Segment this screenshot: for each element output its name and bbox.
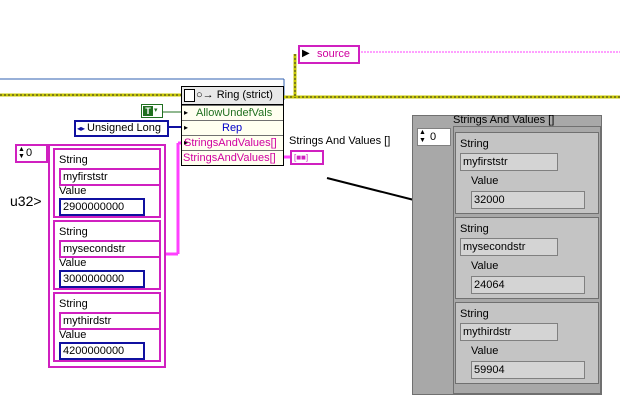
string-field[interactable]: myfirststr bbox=[59, 168, 161, 186]
string-label: String bbox=[460, 308, 489, 320]
value-field[interactable]: 59904 bbox=[471, 361, 585, 379]
string-label: String bbox=[59, 298, 88, 310]
cluster-array-icon: [■■] bbox=[294, 153, 309, 162]
property-allowundefvals[interactable]: ▸ AllowUndefVals bbox=[182, 105, 283, 120]
true-constant[interactable]: T ▾ bbox=[141, 104, 163, 118]
pointer-line bbox=[326, 177, 415, 201]
string-field[interactable]: mysecondstr bbox=[59, 240, 161, 258]
arrow-right-icon: ▸ bbox=[184, 108, 189, 117]
increment-icon[interactable]: ▲ bbox=[419, 129, 426, 137]
string-label: String bbox=[460, 138, 489, 150]
updown-icon: ◂▸ bbox=[77, 124, 86, 133]
source-indicator[interactable]: ▶ source bbox=[298, 45, 360, 64]
string-field[interactable]: mysecondstr bbox=[460, 238, 558, 256]
node-icon bbox=[184, 89, 195, 102]
value-label: Value bbox=[471, 345, 499, 357]
array-index[interactable]: ▲ ▼ 0 bbox=[15, 144, 48, 163]
property-stringsandvalues-out[interactable]: StringsAndValues[] bbox=[182, 150, 283, 165]
panel-cluster[interactable]: String myfirststr Value 32000 bbox=[455, 132, 599, 214]
front-panel-array-indicator[interactable]: Strings And Values [] ▲ ▼ 0 String myfir… bbox=[412, 114, 602, 395]
string-field[interactable]: mythirdstr bbox=[59, 312, 161, 330]
value-label: Value bbox=[59, 257, 87, 269]
value-field[interactable]: 4200000000 bbox=[59, 342, 145, 360]
value-field[interactable]: 2900000000 bbox=[59, 198, 145, 216]
value-label: Value bbox=[471, 175, 499, 187]
string-field[interactable]: mythirdstr bbox=[460, 323, 558, 341]
string-field[interactable]: myfirststr bbox=[460, 153, 558, 171]
value-label: Value bbox=[471, 260, 499, 272]
cluster-element[interactable]: String myfirststr Value 2900000000 bbox=[53, 148, 161, 218]
property-node-title: ○→ Ring (strict) bbox=[196, 89, 273, 101]
panel-index-value: 0 bbox=[430, 131, 437, 143]
true-label: T bbox=[143, 106, 153, 116]
cluster-array-constant[interactable]: String myfirststr Value 2900000000 Strin… bbox=[48, 144, 166, 368]
string-label: String bbox=[59, 154, 88, 166]
source-label: source bbox=[317, 48, 351, 60]
array-index-value: 0 bbox=[26, 147, 33, 159]
panel-cluster[interactable]: String mysecondstr Value 24064 bbox=[455, 217, 599, 299]
indicator-label: Strings And Values [] bbox=[289, 135, 391, 147]
rep-constant-label: Unsigned Long bbox=[87, 122, 162, 134]
value-field[interactable]: 24064 bbox=[471, 276, 585, 294]
panel-index[interactable]: ▲ ▼ 0 bbox=[417, 128, 451, 146]
value-label: Value bbox=[59, 185, 87, 197]
arrow-right-icon: ▶ bbox=[302, 48, 310, 59]
string-label: String bbox=[59, 226, 88, 238]
panel-cluster[interactable]: String mythirdstr Value 59904 bbox=[455, 302, 599, 384]
string-label: String bbox=[460, 223, 489, 235]
property-stringsandvalues-in[interactable]: ▸ StringsAndValues[] bbox=[182, 135, 283, 150]
cluster-element[interactable]: String mysecondstr Value 3000000000 bbox=[53, 220, 161, 290]
value-field[interactable]: 32000 bbox=[471, 191, 585, 209]
cluster-element[interactable]: String mythirdstr Value 4200000000 bbox=[53, 292, 161, 362]
arrow-right-icon: ▸ bbox=[184, 123, 189, 132]
value-field[interactable]: 3000000000 bbox=[59, 270, 145, 288]
increment-icon[interactable]: ▲ bbox=[18, 146, 25, 153]
chevron-down-icon: ▾ bbox=[154, 107, 158, 114]
rep-enum-constant[interactable]: ◂▸ Unsigned Long bbox=[74, 120, 169, 137]
property-node[interactable]: ○→ Ring (strict) ▸ AllowUndefVals ▸ Rep … bbox=[181, 86, 284, 166]
decrement-icon[interactable]: ▼ bbox=[419, 137, 426, 145]
array-indicator-terminal[interactable]: [■■] bbox=[290, 150, 324, 165]
decrement-icon[interactable]: ▼ bbox=[18, 153, 25, 160]
value-label: Value bbox=[59, 329, 87, 341]
property-rep[interactable]: ▸ Rep bbox=[182, 120, 283, 135]
property-node-header: ○→ Ring (strict) bbox=[182, 87, 283, 105]
u32-label: u32> bbox=[10, 193, 42, 209]
